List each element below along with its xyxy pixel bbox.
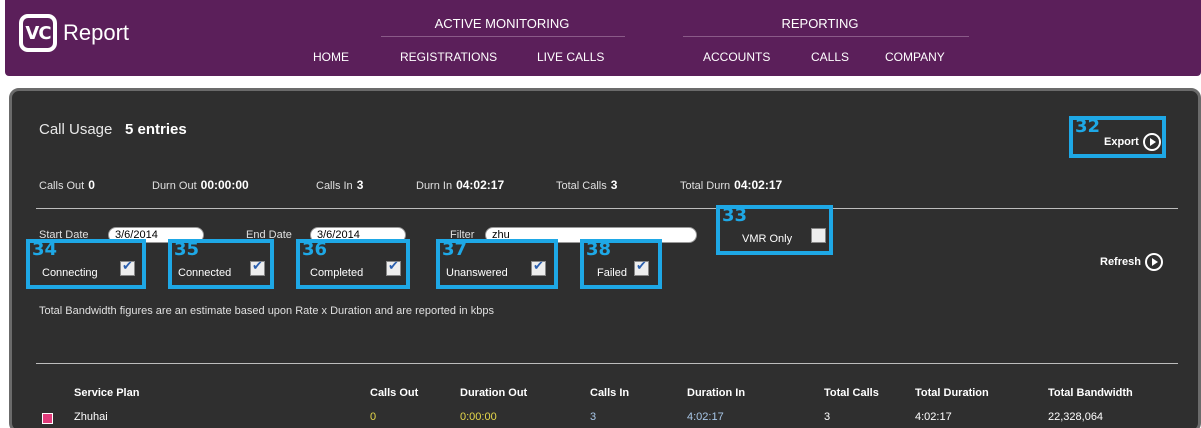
- entries-count: 5 entries: [125, 121, 187, 138]
- column-header-total-calls[interactable]: Total Calls: [824, 387, 879, 399]
- divider: [36, 363, 1178, 364]
- column-header-duration-out[interactable]: Duration Out: [460, 387, 527, 399]
- column-header-calls-in[interactable]: Calls In: [590, 387, 629, 399]
- failed-checkbox[interactable]: [634, 259, 649, 276]
- column-header-calls-out[interactable]: Calls Out: [370, 387, 418, 399]
- column-header-total-duration[interactable]: Total Duration: [915, 387, 989, 399]
- refresh-button[interactable]: Refresh: [1100, 253, 1163, 271]
- nav-calls[interactable]: CALLS: [811, 50, 849, 64]
- group-label-reporting: REPORTING: [781, 16, 859, 31]
- failed-label: Failed: [597, 267, 627, 279]
- nav-home[interactable]: HOME: [313, 50, 349, 64]
- play-circle-icon: [1144, 253, 1163, 271]
- logo-text: Report: [63, 20, 130, 45]
- table-cell-duration-out: 0:00:00: [460, 411, 497, 423]
- annotation-number: 37: [442, 239, 468, 260]
- annotation-number: 34: [32, 239, 58, 260]
- stat-total-calls: Total Calls 3: [556, 178, 618, 192]
- column-header-service-plan[interactable]: Service Plan: [74, 387, 139, 399]
- annotation-number: 36: [302, 239, 328, 260]
- annotation-number: 35: [174, 239, 200, 260]
- connecting-checkbox[interactable]: [120, 259, 135, 276]
- nav-accounts[interactable]: ACCOUNTS: [703, 50, 770, 64]
- completed-label: Completed: [310, 267, 364, 279]
- table-cell-total-bandwidth: 22,328,064: [1048, 411, 1104, 423]
- divider: [36, 208, 1178, 209]
- connected-checkbox[interactable]: [250, 259, 265, 276]
- nav-registrations[interactable]: REGISTRATIONS: [400, 50, 497, 64]
- unanswered-checkbox[interactable]: [531, 259, 546, 276]
- vc-logo-icon: VC: [19, 14, 57, 52]
- completed-checkbox[interactable]: [386, 259, 401, 276]
- table-cell-calls-out: 0: [370, 411, 377, 423]
- stat-calls-out: Calls Out 0: [39, 178, 95, 192]
- stat-durn-in: Durn In 04:02:17: [416, 178, 505, 192]
- table-cell-duration-in: 4:02:17: [687, 411, 724, 423]
- nav-live-calls[interactable]: LIVE CALLS: [537, 50, 604, 64]
- annotation-box-failed: 38: [580, 239, 662, 289]
- annotation-number: 32: [1075, 116, 1101, 137]
- column-header-duration-in[interactable]: Duration In: [687, 387, 745, 399]
- bandwidth-note: Total Bandwidth figures are an estimate …: [39, 305, 494, 317]
- top-navigation-bar: VC Report ACTIVE MONITORING REPORTING HO…: [5, 0, 1201, 76]
- expand-row-icon[interactable]: [42, 413, 53, 424]
- call-usage-panel: Call Usage 5 entries 32 Export Calls Out…: [9, 88, 1201, 428]
- export-button[interactable]: Export: [1104, 133, 1161, 151]
- table-cell-service-plan[interactable]: Zhuhai: [74, 411, 108, 423]
- table-cell-total-duration: 4:02:17: [915, 411, 952, 423]
- unanswered-label: Unanswered: [446, 267, 508, 279]
- page-title: Call Usage: [39, 121, 113, 138]
- connected-label: Connected: [178, 267, 232, 279]
- stat-durn-out: Durn Out 00:00:00: [152, 178, 249, 192]
- column-header-total-bandwidth[interactable]: Total Bandwidth: [1048, 387, 1133, 399]
- app-logo[interactable]: VC Report: [19, 14, 129, 52]
- group-divider: [683, 36, 969, 37]
- stat-total-durn: Total Durn 04:02:17: [680, 178, 783, 192]
- nav-company[interactable]: COMPANY: [885, 50, 945, 64]
- annotation-number: 33: [722, 205, 748, 226]
- group-divider: [381, 36, 625, 37]
- export-label: Export: [1104, 136, 1139, 148]
- refresh-label: Refresh: [1100, 256, 1141, 268]
- group-label-active-monitoring: ACTIVE MONITORING: [434, 16, 570, 31]
- vmr-only-label: VMR Only: [742, 233, 793, 245]
- annotation-number: 38: [586, 239, 612, 260]
- play-circle-icon: [1142, 133, 1161, 151]
- connecting-label: Connecting: [42, 267, 98, 279]
- table-cell-calls-in: 3: [590, 411, 597, 423]
- stat-calls-in: Calls In 3: [316, 178, 364, 192]
- table-cell-total-calls: 3: [824, 411, 831, 423]
- vmr-only-checkbox[interactable]: [811, 228, 826, 243]
